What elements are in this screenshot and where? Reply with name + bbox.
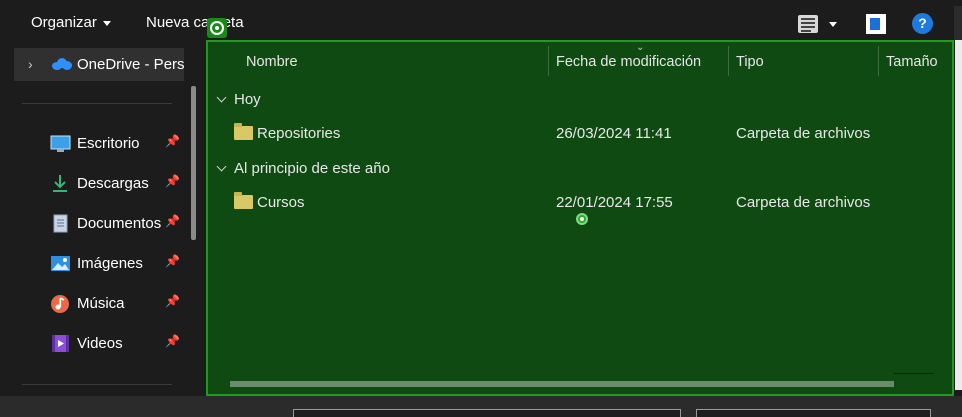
sidebar-item-descargas[interactable]: Descargas 📌 xyxy=(50,172,190,196)
file-list[interactable]: ⌄ Nombre Fecha de modificación Tipo Tama… xyxy=(206,40,954,396)
file-name-field[interactable] xyxy=(293,409,681,417)
chevron-right-icon[interactable]: › xyxy=(28,56,33,72)
sidebar-item-documentos[interactable]: Documentos 📌 xyxy=(50,212,190,236)
folder-icon xyxy=(234,123,253,140)
desktop-icon xyxy=(50,134,71,153)
cursor-marker-icon xyxy=(576,213,588,225)
music-icon xyxy=(50,294,71,313)
pin-icon[interactable]: 📌 xyxy=(165,334,180,348)
group-header-principio-ano[interactable]: Al principio de este año xyxy=(216,160,390,177)
organize-button[interactable]: Organizar xyxy=(31,14,111,31)
sidebar-item-label: OneDrive - Perso xyxy=(77,56,184,73)
details-view-icon[interactable] xyxy=(798,15,818,33)
help-icon[interactable]: ? xyxy=(912,13,933,34)
folder-icon xyxy=(234,192,253,209)
column-divider[interactable] xyxy=(548,46,549,76)
sidebar-item-videos[interactable]: Videos 📌 xyxy=(50,332,190,356)
videos-icon xyxy=(50,334,71,353)
file-name: Repositories xyxy=(257,125,341,142)
pin-icon[interactable]: 📌 xyxy=(165,134,180,148)
group-header-hoy[interactable]: Hoy xyxy=(216,91,261,108)
column-header-name[interactable]: Nombre xyxy=(246,54,298,70)
sidebar-item-imagenes[interactable]: Imágenes 📌 xyxy=(50,252,190,276)
pin-icon[interactable]: 📌 xyxy=(165,254,180,268)
horizontal-scrollbar[interactable] xyxy=(230,381,894,387)
scrollbar-corner xyxy=(894,373,934,374)
pictures-icon xyxy=(50,254,71,273)
file-type: Carpeta de archivos xyxy=(736,125,871,142)
new-folder-button[interactable]: Nueva carpeta xyxy=(146,14,244,31)
file-name: Cursos xyxy=(257,194,305,211)
pin-icon[interactable]: 📌 xyxy=(165,214,180,228)
sidebar-item-label: Escritorio xyxy=(77,135,140,152)
divider xyxy=(22,384,172,385)
sidebar-item-label: Documentos xyxy=(77,215,162,232)
group-label: Al principio de este año xyxy=(234,160,390,177)
column-header-modified[interactable]: Fecha de modificación xyxy=(556,54,701,70)
background-window xyxy=(955,40,962,390)
column-divider[interactable] xyxy=(878,46,879,76)
sidebar-item-escritorio[interactable]: Escritorio 📌 xyxy=(50,132,190,156)
organize-label: Organizar xyxy=(31,14,97,31)
chevron-down-icon xyxy=(216,92,227,103)
sidebar-scrollbar[interactable] xyxy=(191,86,196,240)
column-header-size[interactable]: Tamaño xyxy=(886,54,938,70)
group-label: Hoy xyxy=(234,91,261,108)
pin-icon[interactable]: 📌 xyxy=(165,174,180,188)
file-modified: 26/03/2024 11:41 xyxy=(556,125,672,142)
preview-pane-icon[interactable] xyxy=(866,14,886,34)
view-options-chevron-icon[interactable] xyxy=(829,22,837,27)
file-type-select[interactable] xyxy=(696,409,931,417)
window-edge xyxy=(954,6,962,42)
sidebar-item-label: Música xyxy=(77,295,125,312)
navigation-pane: › OneDrive - Perso Escritorio 📌 Descarga… xyxy=(0,46,206,394)
file-modified: 22/01/2024 17:55 xyxy=(556,194,673,211)
sort-chevron-icon: ⌄ xyxy=(636,42,645,53)
bottom-bar xyxy=(0,396,962,417)
sidebar-item-label: Descargas xyxy=(77,175,149,192)
sidebar-item-label: Videos xyxy=(77,335,123,352)
column-divider[interactable] xyxy=(728,46,729,76)
onedrive-cloud-icon xyxy=(52,58,72,70)
download-icon xyxy=(50,174,71,193)
chevron-down-icon xyxy=(216,161,227,172)
column-header-type[interactable]: Tipo xyxy=(736,54,764,70)
target-marker-icon xyxy=(207,18,227,38)
sidebar-item-musica[interactable]: Música 📌 xyxy=(50,292,190,316)
documents-icon xyxy=(50,214,71,233)
file-type: Carpeta de archivos xyxy=(736,194,871,211)
table-row[interactable]: Repositories 26/03/2024 11:41 Carpeta de… xyxy=(208,119,952,149)
divider xyxy=(22,103,172,104)
pin-icon[interactable]: 📌 xyxy=(165,294,180,308)
chevron-down-icon xyxy=(102,20,111,26)
sidebar-item-label: Imágenes xyxy=(77,255,143,272)
sidebar-item-onedrive[interactable]: › OneDrive - Perso xyxy=(14,48,184,81)
